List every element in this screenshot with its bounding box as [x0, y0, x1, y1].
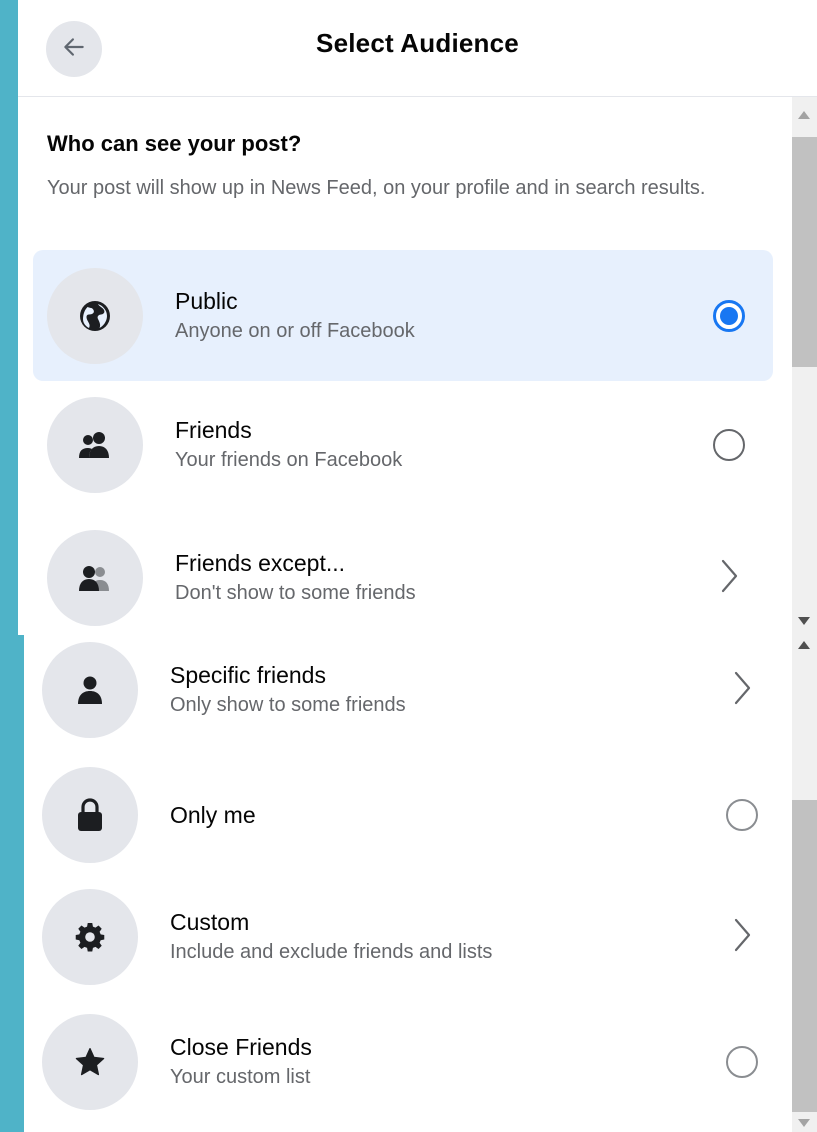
scrollbar-top[interactable]	[792, 97, 817, 635]
friends-icon	[47, 397, 143, 493]
option-subtitle: Your friends on Facebook	[175, 449, 403, 471]
radio-close-friends[interactable]	[726, 1046, 758, 1078]
option-only-me[interactable]: Only me	[24, 765, 784, 865]
audience-dialog-top: Select Audience Who can see your post? Y…	[18, 0, 817, 635]
option-title: Custom	[170, 909, 250, 935]
option-friends-except[interactable]: Friends except... Don't show to some fri…	[33, 528, 773, 628]
option-subtitle: Anyone on or off Facebook	[175, 319, 415, 342]
option-title: Public	[175, 287, 238, 314]
gear-icon	[42, 889, 138, 985]
friends-except-icon	[47, 530, 143, 626]
option-title: Only me	[170, 802, 256, 828]
scrollbar-bottom[interactable]	[792, 635, 817, 1132]
dialog-header: Select Audience	[18, 0, 817, 97]
scroll-down-arrow-icon[interactable]	[798, 617, 810, 625]
audience-dialog-bottom: Specific friends Only show to some frien…	[24, 635, 817, 1132]
scroll-up-arrow-icon[interactable]	[798, 641, 810, 649]
radio-only-me[interactable]	[726, 799, 758, 831]
scroll-up-arrow-icon[interactable]	[798, 111, 810, 119]
scroll-down-arrow-icon[interactable]	[798, 1119, 810, 1127]
option-subtitle: Include and exclude friends and lists	[170, 941, 493, 963]
dialog-title: Select Audience	[316, 28, 519, 58]
globe-icon	[47, 267, 143, 364]
chevron-right-icon[interactable]	[732, 670, 752, 711]
chevron-right-icon[interactable]	[719, 558, 739, 599]
star-icon	[42, 1014, 138, 1110]
radio-public[interactable]	[713, 299, 745, 332]
radio-friends[interactable]	[713, 429, 745, 461]
person-icon	[42, 642, 138, 738]
option-friends[interactable]: Friends Your friends on Facebook	[33, 395, 773, 495]
option-public[interactable]: Public Anyone on or off Facebook	[33, 250, 773, 381]
option-subtitle: Your custom list	[170, 1066, 311, 1088]
scrollbar-thumb[interactable]	[792, 137, 817, 367]
scrollbar-thumb[interactable]	[792, 800, 817, 1112]
option-custom[interactable]: Custom Include and exclude friends and l…	[24, 887, 784, 987]
option-title: Friends	[175, 417, 252, 443]
option-subtitle: Don't show to some friends	[175, 582, 416, 604]
option-title: Specific friends	[170, 662, 326, 688]
option-title: Friends except...	[175, 550, 346, 576]
option-close-friends[interactable]: Close Friends Your custom list	[24, 1012, 784, 1112]
option-subtitle: Only show to some friends	[170, 694, 406, 716]
option-title: Close Friends	[170, 1034, 312, 1060]
chevron-right-icon[interactable]	[732, 917, 752, 958]
lock-icon	[42, 767, 138, 863]
audience-description: Your post will show up in News Feed, on …	[47, 177, 706, 199]
audience-question: Who can see your post?	[47, 131, 302, 156]
option-specific-friends[interactable]: Specific friends Only show to some frien…	[24, 640, 784, 740]
